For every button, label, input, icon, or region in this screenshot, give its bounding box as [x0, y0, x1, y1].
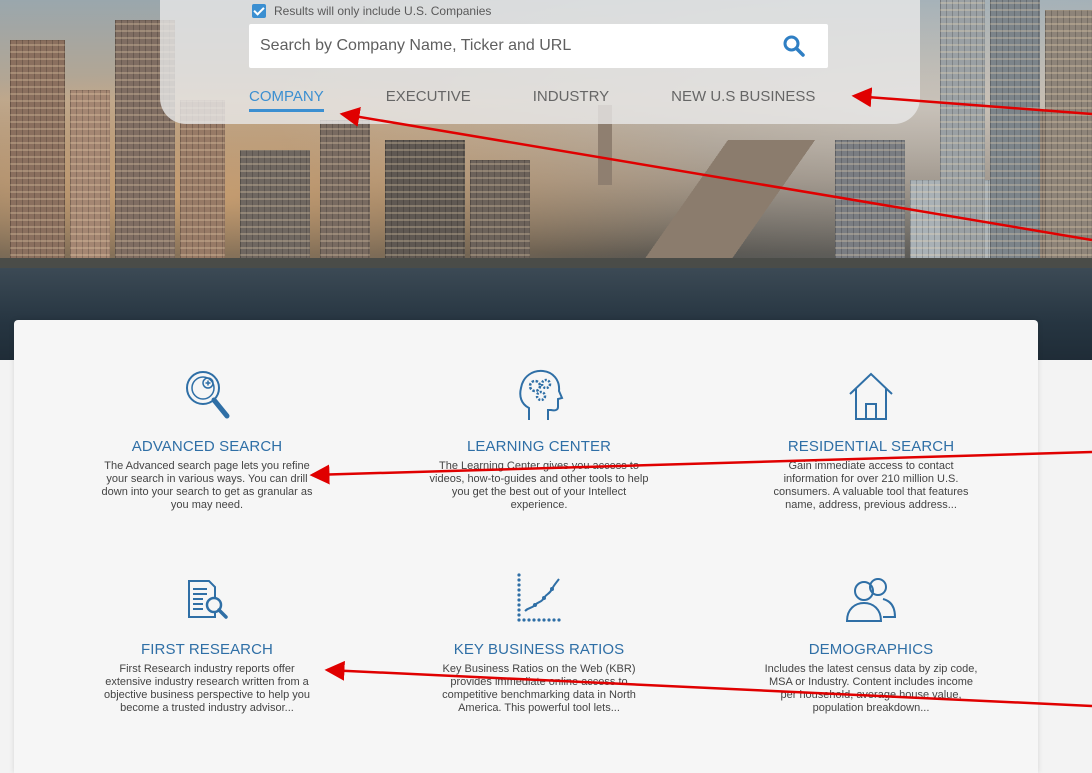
search-box: [249, 24, 828, 68]
search-icon: [783, 35, 805, 57]
building: [1045, 10, 1092, 270]
building: [470, 160, 530, 270]
people-icon: [845, 578, 897, 622]
search-input[interactable]: [249, 24, 780, 68]
search-panel: Results will only include U.S. Companies…: [160, 0, 920, 124]
feature-description: The Advanced search page lets you refine…: [101, 460, 313, 511]
feature-title[interactable]: KEY BUSINESS RATIOS: [414, 641, 664, 658]
building: [10, 40, 65, 270]
house-icon: [849, 372, 893, 420]
feature-advanced-search[interactable]: ADVANCED SEARCH The Advanced search page…: [82, 362, 332, 512]
building: [320, 120, 370, 270]
search-button[interactable]: [782, 34, 806, 58]
feature-description: First Research industry reports offer ex…: [103, 663, 311, 714]
tab-industry[interactable]: INDUSTRY: [533, 88, 609, 109]
building: [835, 140, 905, 270]
head-gears-icon: [519, 369, 564, 420]
search-tabs: COMPANY EXECUTIVE INDUSTRY NEW U.S BUSIN…: [249, 88, 877, 112]
feature-key-business-ratios[interactable]: KEY BUSINESS RATIOS Key Business Ratios …: [414, 565, 664, 715]
magnifier-icon: [186, 371, 230, 419]
building: [180, 100, 225, 270]
building: [70, 90, 110, 270]
us-companies-filter-label: Results will only include U.S. Companies: [274, 4, 492, 18]
tab-executive[interactable]: EXECUTIVE: [386, 88, 471, 109]
feature-description: The Learning Center gives you access to …: [429, 460, 649, 511]
features-card: ADVANCED SEARCH The Advanced search page…: [14, 320, 1038, 773]
feature-description: Includes the latest census data by zip c…: [764, 663, 978, 714]
feature-title[interactable]: FIRST RESEARCH: [82, 641, 332, 658]
us-companies-checkbox[interactable]: [252, 4, 266, 18]
feature-title[interactable]: ADVANCED SEARCH: [82, 438, 332, 455]
report-search-icon: [188, 580, 228, 619]
feature-residential-search[interactable]: RESIDENTIAL SEARCH Gain immediate access…: [746, 362, 996, 512]
building: [240, 150, 310, 270]
feature-title[interactable]: DEMOGRAPHICS: [746, 641, 996, 658]
feature-title[interactable]: LEARNING CENTER: [414, 438, 664, 455]
feature-first-research[interactable]: FIRST RESEARCH First Research industry r…: [82, 565, 332, 715]
trend-chart-icon: [517, 573, 561, 622]
building: [990, 0, 1040, 270]
feature-description: Gain immediate access to contact informa…: [773, 460, 969, 511]
feature-title[interactable]: RESIDENTIAL SEARCH: [746, 438, 996, 455]
building: [385, 140, 465, 270]
tab-company[interactable]: COMPANY: [249, 88, 324, 112]
tab-new-us-business[interactable]: NEW U.S BUSINESS: [671, 88, 815, 109]
feature-learning-center[interactable]: LEARNING CENTER The Learning Center give…: [414, 362, 664, 512]
feature-demographics[interactable]: DEMOGRAPHICS Includes the latest census …: [746, 565, 996, 715]
building: [940, 0, 985, 270]
us-companies-filter: Results will only include U.S. Companies: [252, 4, 491, 18]
feature-description: Key Business Ratios on the Web (KBR) pro…: [442, 663, 636, 714]
